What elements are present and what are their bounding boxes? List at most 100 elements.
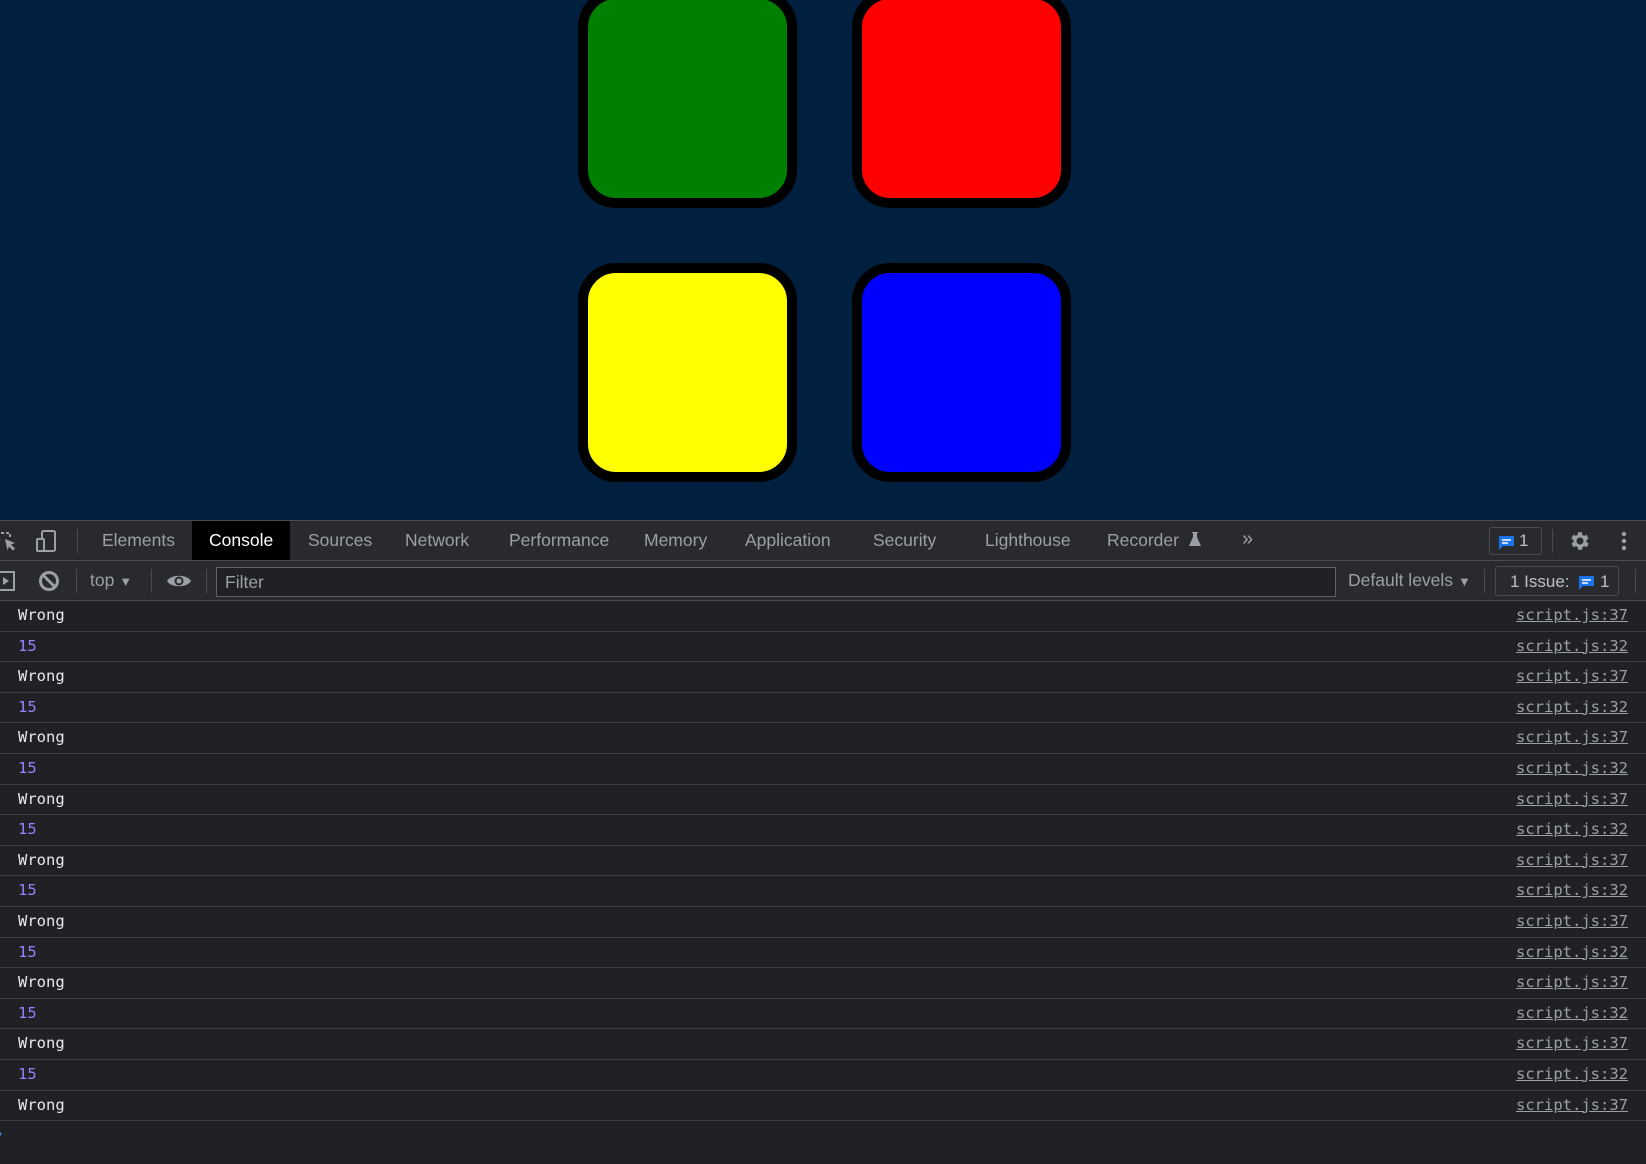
console-message-row: Wrong script.js:37 [0,1091,1646,1122]
blue-pad[interactable] [852,263,1071,482]
tab-label: Application [745,530,831,550]
source-link[interactable]: script.js:32 [1516,759,1628,777]
divider [76,569,77,593]
divider [1635,569,1636,593]
console-filter-input[interactable] [216,567,1336,597]
web-page-viewport [0,0,1646,520]
issues-button[interactable]: 1 Issue: 1 [1495,566,1619,596]
source-link[interactable]: script.js:37 [1516,973,1628,991]
issues-label: 1 Issue: [1510,572,1570,591]
console-message-text: Wrong [18,1034,65,1053]
tab-elements[interactable]: Elements [85,521,192,560]
console-message-row: Wrong script.js:37 [0,785,1646,816]
source-link[interactable]: script.js:37 [1516,1096,1628,1114]
console-message-row: 15 script.js:32 [0,1060,1646,1091]
console-message-row: Wrong script.js:37 [0,968,1646,999]
context-selector[interactable]: top ▼ [90,570,132,591]
console-message-text: Wrong [18,973,65,992]
divider [206,569,207,593]
dropdown-arrow-icon: ▼ [1457,574,1471,589]
console-message-row: 15 script.js:32 [0,938,1646,969]
console-message-text: Wrong [18,911,65,930]
tab-recorder[interactable]: Recorder [1090,521,1219,560]
tab-security[interactable]: Security [856,521,953,560]
console-message-text: Wrong [18,606,65,624]
console-message-row: 15 script.js:32 [0,999,1646,1030]
red-pad[interactable] [852,0,1071,208]
console-message-text: Wrong [18,850,65,869]
source-link[interactable]: script.js:37 [1516,851,1628,869]
issues-count: 1 [1519,531,1529,550]
tab-label: Console [209,530,274,550]
source-link[interactable]: script.js:37 [1516,1034,1628,1052]
console-message-row: 15 script.js:32 [0,754,1646,785]
divider [1484,569,1485,593]
source-link[interactable]: script.js:37 [1516,728,1628,746]
clear-console-icon[interactable] [38,570,60,597]
source-link[interactable]: script.js:32 [1516,698,1628,716]
console-message-text: Wrong [18,789,65,808]
more-tabs-icon[interactable]: » [1242,528,1253,551]
tab-label: Lighthouse [985,530,1071,550]
source-link[interactable]: script.js:37 [1516,606,1628,624]
sidebar-toggle-icon[interactable] [0,570,16,597]
log-levels-dropdown[interactable]: Default levels ▼ [1348,570,1471,591]
green-pad[interactable] [578,0,797,208]
console-message-text: Wrong [18,667,65,686]
console-message-text: 15 [18,1003,37,1022]
tab-console[interactable]: Console [192,521,291,560]
tab-network[interactable]: Network [388,521,486,560]
experimental-flask-icon [1179,530,1202,550]
yellow-pad[interactable] [578,263,797,482]
tab-lighthouse[interactable]: Lighthouse [968,521,1088,560]
console-message-row: Wrong script.js:37 [0,723,1646,754]
message-icon [1499,536,1514,550]
console-message-row: Wrong script.js:37 [0,601,1646,632]
tab-label: Elements [102,530,175,550]
source-link[interactable]: script.js:32 [1516,1004,1628,1022]
device-toolbar-icon[interactable] [34,529,58,553]
console-message-text: 15 [18,881,37,900]
tab-label: Performance [509,530,610,550]
console-message-text: 15 [18,636,37,655]
console-message-row: Wrong script.js:37 [0,1029,1646,1060]
inspect-element-icon[interactable] [0,529,18,553]
console-message-row: 15 script.js:32 [0,632,1646,663]
console-message-text: 15 [18,820,37,839]
more-options-icon[interactable] [1612,529,1636,553]
console-message-row: Wrong script.js:37 [0,662,1646,693]
tab-memory[interactable]: Memory [627,521,724,560]
console-message-text: 15 [18,942,37,961]
console-message-row: 15 script.js:32 [0,876,1646,907]
issues-counter-button[interactable]: 1 [1489,527,1542,555]
prompt-chevron-icon: › [0,1125,2,1143]
tab-application[interactable]: Application [728,521,848,560]
tab-label: Security [873,530,937,550]
source-link[interactable]: script.js:32 [1516,637,1628,655]
settings-gear-icon[interactable] [1568,529,1592,553]
source-link[interactable]: script.js:37 [1516,912,1628,930]
tab-label: Memory [644,530,708,550]
message-icon [1579,576,1594,590]
issues-count: 1 [1600,572,1610,591]
console-message-text: Wrong [18,728,65,747]
divider [1552,529,1553,553]
console-message-row: 15 script.js:32 [0,815,1646,846]
source-link[interactable]: script.js:37 [1516,667,1628,685]
live-expression-eye-icon[interactable] [166,571,192,596]
console-message-text: 15 [18,697,37,716]
console-message-row: Wrong script.js:37 [0,907,1646,938]
tab-sources[interactable]: Sources [291,521,389,560]
console-toolbar: top ▼ Default levels ▼ 1 Issue: 1 [0,561,1646,601]
console-message-text: 15 [18,758,37,777]
source-link[interactable]: script.js:32 [1516,881,1628,899]
source-link[interactable]: script.js:37 [1516,790,1628,808]
log-levels-label: Default levels [1348,570,1454,590]
source-link[interactable]: script.js:32 [1516,1065,1628,1083]
source-link[interactable]: script.js:32 [1516,820,1628,838]
console-message-text: Wrong [18,1095,65,1114]
source-link[interactable]: script.js:32 [1516,943,1628,961]
devtools-tab-bar: Elements Console Sources Network Performance… [0,520,1646,561]
tab-performance[interactable]: Performance [492,521,626,560]
console-prompt[interactable]: › [0,1121,1646,1151]
